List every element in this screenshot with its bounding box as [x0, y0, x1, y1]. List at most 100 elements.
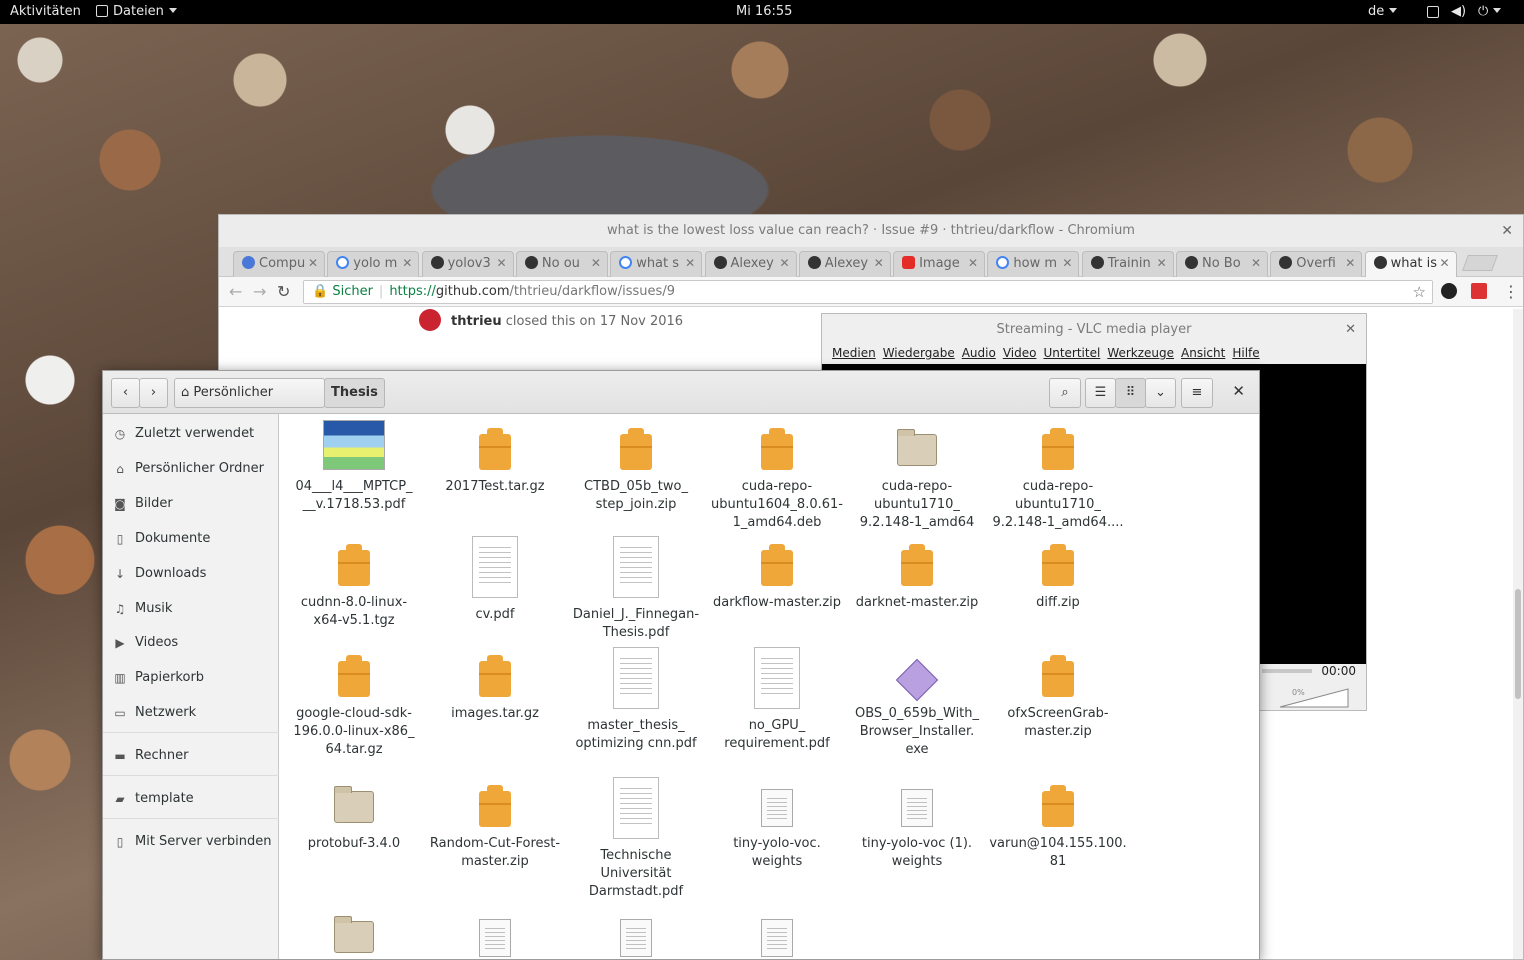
sidebar-item-template[interactable]: ▰ template [103, 784, 279, 814]
browser-tab[interactable]: Alexey ✕ [704, 251, 797, 277]
page-scrollbar[interactable] [1513, 309, 1523, 959]
file-item[interactable]: cuda-repo- ubuntu1710_ 9.2.148-1_amd64 [847, 420, 987, 532]
close-tab-icon[interactable]: ✕ [591, 256, 601, 270]
browser-tab[interactable]: No Bo ✕ [1176, 251, 1268, 277]
back-button[interactable]: ‹ [111, 378, 140, 408]
sidebar-item-mit-server-verbinden[interactable]: ▯ Mit Server verbinden [103, 827, 279, 857]
close-tab-icon[interactable]: ✕ [685, 256, 695, 270]
close-tab-icon[interactable]: ✕ [874, 256, 884, 270]
vlc-titlebar[interactable]: Streaming - VLC media player ✕ [822, 314, 1366, 346]
clock[interactable]: Mi 16:55 [736, 4, 792, 19]
screen-icon[interactable] [1427, 6, 1439, 18]
file-item[interactable]: images.tar.gz [425, 647, 565, 723]
bookmark-star-icon[interactable]: ☆ [1413, 281, 1426, 303]
scrollbar-thumb[interactable] [1515, 589, 1521, 699]
new-tab-button[interactable] [1462, 255, 1498, 271]
file-item[interactable]: yolov2.weights [425, 907, 565, 959]
file-item[interactable]: darknet-master.zip [847, 536, 987, 612]
file-item[interactable]: cuda-repo- ubuntu1710_ 9.2.148-1_amd64..… [988, 420, 1128, 532]
close-tab-icon[interactable]: ✕ [1062, 256, 1072, 270]
file-item[interactable]: 2017Test.tar.gz [425, 420, 565, 496]
extension-icon[interactable] [1441, 283, 1457, 299]
forward-button[interactable]: › [139, 378, 168, 408]
file-item[interactable]: google-cloud-sdk- 196.0.0-linux-x86_ 64.… [284, 647, 424, 759]
file-item[interactable]: writing material [284, 907, 424, 959]
browser-tab[interactable]: how m ✕ [987, 251, 1080, 277]
breadcrumb-current[interactable]: Thesis [324, 378, 385, 408]
file-item[interactable]: tiny-yolo-voc (1). weights [847, 777, 987, 871]
breadcrumb-home[interactable]: ⌂ Persönlicher Ordner [174, 378, 325, 428]
chromium-titlebar[interactable]: what is the lowest loss value can reach?… [219, 215, 1523, 247]
close-icon[interactable]: ✕ [1501, 215, 1513, 247]
sidebar-item-bilder[interactable]: ◙ Bilder [103, 489, 279, 519]
browser-tab[interactable]: Alexey ✕ [798, 251, 891, 277]
file-item[interactable]: Random-Cut-Forest- master.zip [425, 777, 565, 871]
sidebar-item-persönlicher-ordner[interactable]: ⌂ Persönlicher Ordner [103, 454, 279, 484]
file-item[interactable]: OBS_0_659b_With_ Browser_Installer. exe [847, 647, 987, 759]
browser-tab[interactable]: yolov3 ✕ [421, 251, 514, 277]
sidebar-item-rechner[interactable]: ▬ Rechner [103, 741, 279, 771]
reload-icon[interactable]: ↻ [277, 282, 290, 301]
browser-tab[interactable]: what s ✕ [610, 251, 703, 277]
file-item[interactable]: protobuf-3.4.0 [284, 777, 424, 853]
vlc-menu-item[interactable]: Werkzeuge [1107, 346, 1174, 360]
close-tab-icon[interactable]: ✕ [308, 256, 318, 270]
sidebar-item-netzwerk[interactable]: ▭ Netzwerk [103, 698, 279, 728]
sidebar-item-downloads[interactable]: ↓ Downloads [103, 559, 279, 589]
app-menu[interactable]: Dateien [96, 4, 177, 19]
file-item[interactable]: CTBD_05b_two_ step_join.zip [566, 420, 706, 514]
volume-slider[interactable] [1278, 687, 1350, 709]
view-options-button[interactable]: ⌄ [1145, 378, 1176, 408]
browser-tab[interactable]: what is ✕ [1364, 251, 1457, 277]
activities-button[interactable]: Aktivitäten [10, 4, 81, 19]
close-tab-icon[interactable]: ✕ [1251, 256, 1261, 270]
close-tab-icon[interactable]: ✕ [1157, 256, 1167, 270]
menu-dots-icon[interactable]: ⋮ [1503, 282, 1519, 301]
browser-tab[interactable]: Compu ✕ [233, 251, 325, 277]
sidebar-item-papierkorb[interactable]: ▥ Papierkorb [103, 663, 279, 693]
sidebar-item-zuletzt-verwendet[interactable]: ◷ Zuletzt verwendet [103, 419, 279, 449]
file-item[interactable]: cuda-repo- ubuntu1604_8.0.61- 1_amd64.de… [707, 420, 847, 532]
file-item[interactable]: Technische Universität Darmstadt.pdf [566, 777, 706, 901]
file-item[interactable]: 04___l4___MPTCP_ __v.1718.53.pdf [284, 420, 424, 514]
language-menu[interactable]: de [1368, 4, 1398, 19]
browser-tab[interactable]: yolo m ✕ [327, 251, 420, 277]
menu-button[interactable]: ≡ [1181, 378, 1213, 408]
file-item[interactable]: varun@104.155.100. 81 [988, 777, 1128, 871]
sidebar-item-videos[interactable]: ▶ Videos [103, 628, 279, 658]
issue-user[interactable]: thtrieu [451, 314, 502, 329]
vlc-menu-item[interactable]: Video [1003, 346, 1037, 360]
address-bar[interactable]: 🔒 Sicher | https://github.com/thtrieu/dark… [303, 280, 1433, 304]
file-item[interactable]: darkflow-master.zip [707, 536, 847, 612]
browser-tab[interactable]: No ou ✕ [515, 251, 608, 277]
file-item[interactable]: cudnn-8.0-linux- x64-v5.1.tgz [284, 536, 424, 630]
file-item[interactable]: diff.zip [988, 536, 1128, 612]
grid-view-button[interactable]: ⠿ [1115, 378, 1146, 408]
browser-tab[interactable]: Image ✕ [893, 251, 986, 277]
vlc-menu-item[interactable]: Ansicht [1181, 346, 1225, 360]
close-tab-icon[interactable]: ✕ [968, 256, 978, 270]
sidebar-item-dokumente[interactable]: ▯ Dokumente [103, 524, 279, 554]
vlc-menu-item[interactable]: Audio [962, 346, 996, 360]
back-icon[interactable]: ← [229, 282, 242, 301]
close-tab-icon[interactable]: ✕ [1440, 256, 1450, 270]
file-item[interactable]: yolov3-tiny.weights [707, 907, 847, 959]
file-item[interactable]: tiny-yolo-voc. weights [707, 777, 847, 871]
volume-icon[interactable]: ◀) [1451, 4, 1466, 19]
sidebar-item-musik[interactable]: ♫ Musik [103, 594, 279, 624]
power-icon[interactable]: ⏻ [1478, 4, 1502, 19]
browser-tab[interactable]: Overfi ✕ [1270, 251, 1363, 277]
close-tab-icon[interactable]: ✕ [497, 256, 507, 270]
close-icon[interactable]: ✕ [1345, 314, 1356, 346]
file-item[interactable]: Daniel_J._Finnegan- Thesis.pdf [566, 536, 706, 642]
file-item[interactable]: yolov2-tiny.weights [566, 907, 706, 959]
extension-icon[interactable] [1471, 283, 1487, 299]
file-item[interactable]: ofxScreenGrab- master.zip [988, 647, 1128, 741]
search-button[interactable]: ⌕ [1049, 378, 1081, 408]
list-view-button[interactable]: ☰ [1085, 378, 1116, 408]
vlc-menu-item[interactable]: Wiedergabe [883, 346, 955, 360]
file-item[interactable]: cv.pdf [425, 536, 565, 624]
seek-bar[interactable] [1262, 669, 1312, 673]
close-tab-icon[interactable]: ✕ [402, 256, 412, 270]
forward-icon[interactable]: → [253, 282, 266, 301]
